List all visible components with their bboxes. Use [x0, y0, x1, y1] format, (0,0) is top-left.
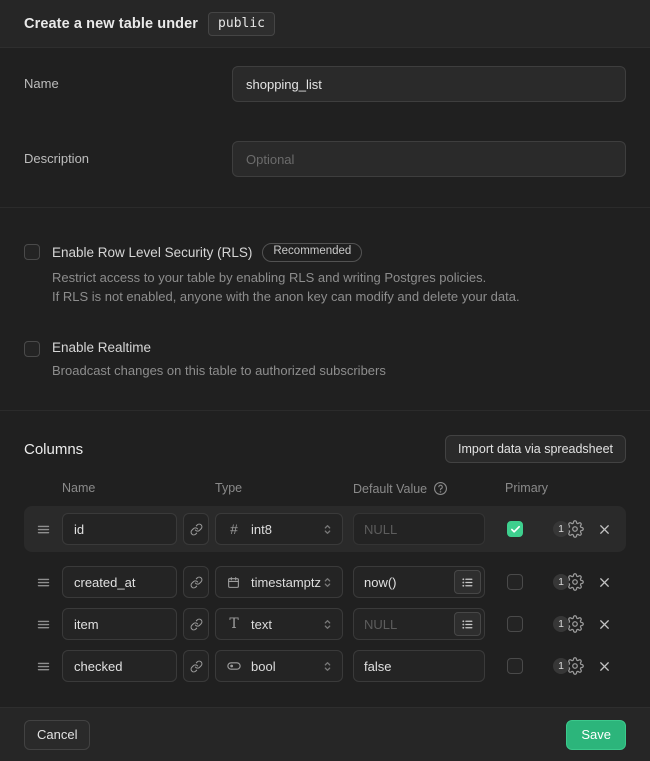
chevrons-up-down-icon: [321, 618, 334, 631]
foreign-key-link-button[interactable]: [183, 566, 209, 598]
column-name-input[interactable]: [62, 513, 177, 545]
column-settings-button[interactable]: 1: [553, 520, 584, 538]
realtime-label[interactable]: Enable Realtime: [52, 340, 151, 355]
column-settings-button[interactable]: 1: [553, 657, 584, 675]
hash-icon: #: [226, 522, 242, 537]
default-value-input: [354, 522, 484, 537]
column-settings-button[interactable]: 1: [553, 615, 584, 633]
default-value-input[interactable]: [354, 659, 484, 674]
column-settings-button[interactable]: 1: [553, 573, 584, 591]
default-suggestions-button[interactable]: [454, 612, 481, 636]
default-value-input[interactable]: [354, 617, 454, 632]
dialog-footer: Cancel Save: [0, 707, 650, 761]
column-type-select[interactable]: T text: [215, 608, 343, 640]
settings-count-badge: 1: [553, 521, 569, 537]
close-icon: [597, 617, 612, 632]
import-spreadsheet-button[interactable]: Import data via spreadsheet: [445, 435, 626, 463]
drag-handle-icon[interactable]: [24, 575, 62, 590]
default-value-field: [353, 608, 485, 640]
toggle-icon: [226, 659, 242, 673]
primary-checkbox[interactable]: [507, 658, 523, 674]
table-row: # int8 1: [24, 513, 626, 545]
link-icon: [190, 523, 203, 536]
close-icon: [597, 522, 612, 537]
rls-description: Restrict access to your table by enablin…: [52, 268, 520, 307]
recommended-badge: Recommended: [262, 243, 362, 262]
column-name-input[interactable]: [62, 566, 177, 598]
remove-column-button[interactable]: [592, 517, 616, 541]
default-suggestions-button[interactable]: [454, 570, 481, 594]
foreign-key-link-button[interactable]: [183, 608, 209, 640]
columns-section: Columns Import data via spreadsheet Name…: [0, 410, 650, 707]
drag-handle-icon[interactable]: [24, 659, 62, 674]
drag-handle-icon[interactable]: [24, 617, 62, 632]
calendar-icon: [226, 576, 242, 589]
settings-count-badge: 1: [553, 574, 569, 590]
primary-checkbox[interactable]: [507, 574, 523, 590]
columns-table-header: Name Type Default Value Primary: [24, 481, 626, 496]
name-label: Name: [24, 66, 232, 102]
table-options-section: Enable Row Level Security (RLS) Recommen…: [0, 207, 650, 410]
column-type-select[interactable]: timestamptz: [215, 566, 343, 598]
close-icon: [597, 659, 612, 674]
primary-checkbox[interactable]: [507, 521, 523, 537]
table-row: bool 1: [24, 650, 626, 682]
schema-name-tag: public: [208, 12, 275, 36]
default-value-field: [353, 566, 485, 598]
remove-column-button[interactable]: [592, 654, 616, 678]
settings-count-badge: 1: [553, 658, 569, 674]
close-icon: [597, 575, 612, 590]
foreign-key-link-button[interactable]: [183, 650, 209, 682]
column-type-select[interactable]: # int8: [215, 513, 343, 545]
check-icon: [510, 524, 521, 535]
primary-checkbox[interactable]: [507, 616, 523, 632]
settings-count-badge: 1: [553, 616, 569, 632]
table-row: T text 1: [24, 608, 626, 640]
column-type-select[interactable]: bool: [215, 650, 343, 682]
question-circle-icon[interactable]: [433, 481, 448, 496]
default-value-input[interactable]: [354, 575, 454, 590]
link-icon: [190, 576, 203, 589]
header-type: Type: [215, 481, 353, 496]
header-default-value: Default Value: [353, 481, 505, 496]
list-icon: [461, 576, 474, 589]
table-description-input[interactable]: [232, 141, 626, 177]
rls-checkbox[interactable]: [24, 244, 40, 260]
table-name-input[interactable]: [232, 66, 626, 102]
description-label: Description: [24, 141, 232, 177]
save-button[interactable]: Save: [566, 720, 626, 750]
columns-title: Columns: [24, 441, 83, 458]
header-primary: Primary: [505, 481, 548, 496]
table-details-section: Name Description: [0, 48, 650, 207]
column-name-input[interactable]: [62, 608, 177, 640]
default-value-field: [353, 650, 485, 682]
header-name: Name: [62, 481, 215, 496]
link-icon: [190, 660, 203, 673]
text-icon: T: [226, 616, 242, 632]
realtime-description: Broadcast changes on this table to autho…: [52, 361, 386, 381]
dialog-header: Create a new table under public: [0, 0, 650, 48]
link-icon: [190, 618, 203, 631]
cancel-button[interactable]: Cancel: [24, 720, 90, 750]
chevrons-up-down-icon: [321, 660, 334, 673]
dialog-title: Create a new table under: [24, 16, 198, 32]
realtime-checkbox[interactable]: [24, 341, 40, 357]
list-icon: [461, 618, 474, 631]
column-name-input[interactable]: [62, 650, 177, 682]
table-row: timestamptz 1: [24, 566, 626, 598]
remove-column-button[interactable]: [592, 570, 616, 594]
foreign-key-link-button[interactable]: [183, 513, 209, 545]
chevrons-up-down-icon: [321, 576, 334, 589]
rls-label[interactable]: Enable Row Level Security (RLS): [52, 245, 252, 260]
chevrons-up-down-icon: [321, 523, 334, 536]
table-row-highlight: # int8 1: [24, 506, 626, 552]
remove-column-button[interactable]: [592, 612, 616, 636]
drag-handle-icon[interactable]: [24, 522, 62, 537]
default-value-field: [353, 513, 485, 545]
columns-rows: # int8 1: [24, 506, 626, 682]
